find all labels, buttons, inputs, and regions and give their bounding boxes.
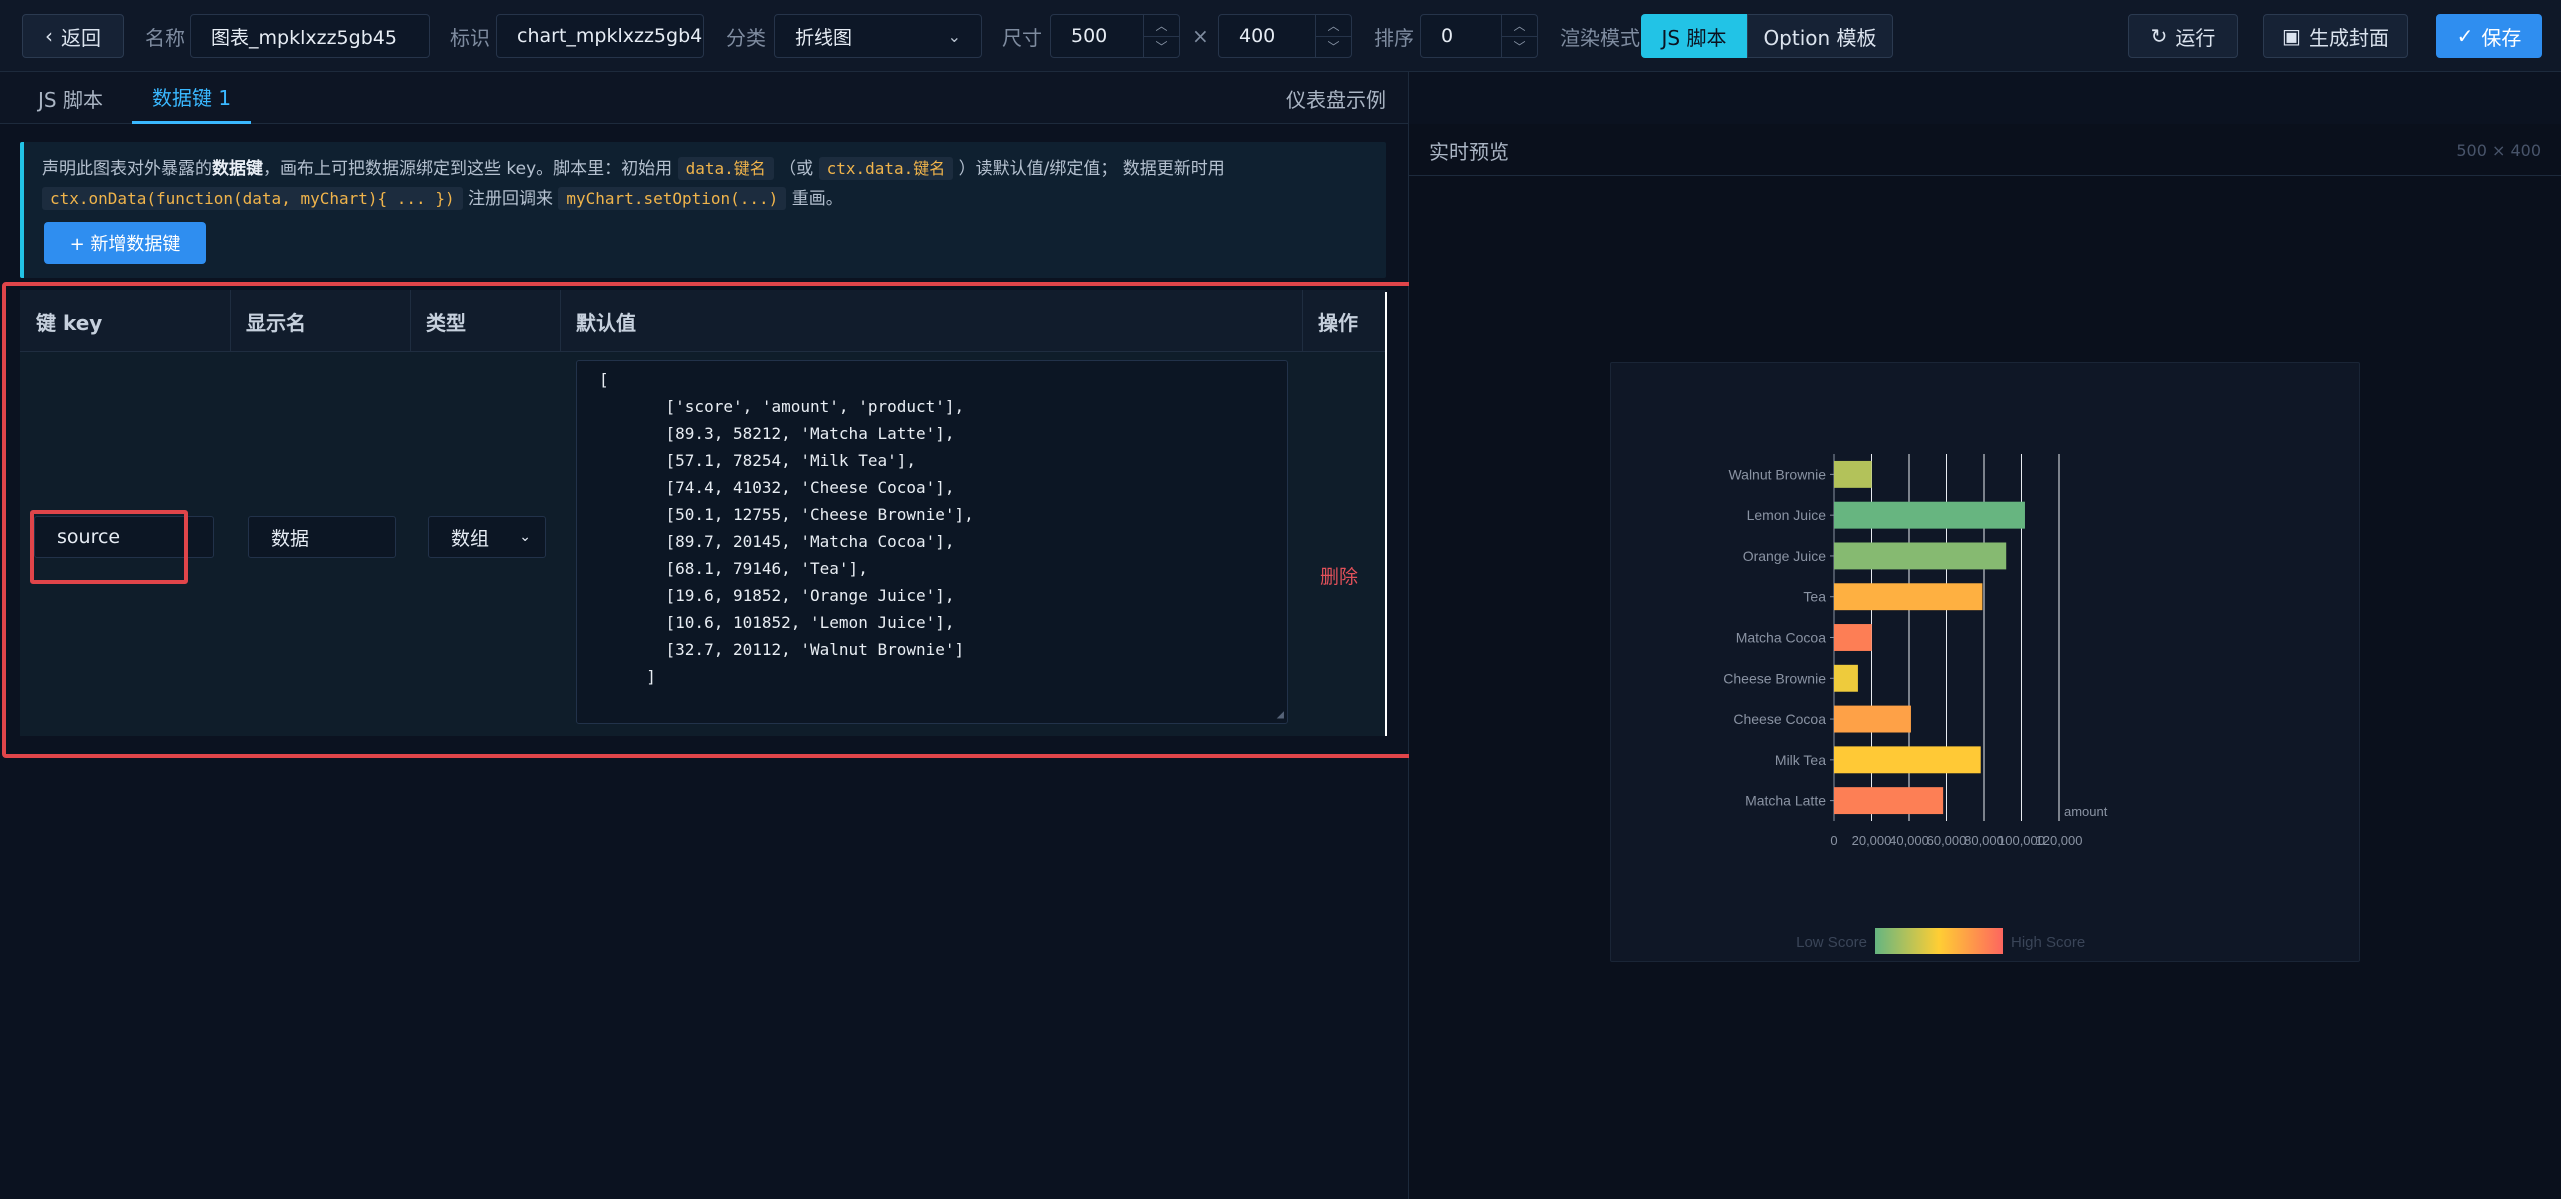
- category-select[interactable]: 折线图 ⌄: [774, 14, 982, 58]
- x-tick-label: 0: [1830, 833, 1837, 848]
- info-box: 声明此图表对外暴露的数据键，画布上可把数据源绑定到这些 key。脚本里：初始用 …: [20, 142, 1386, 278]
- height-stepper[interactable]: ︿ ﹀: [1315, 15, 1351, 57]
- times-sign: ×: [1192, 24, 1209, 48]
- back-button[interactable]: ‹ 返回: [22, 14, 124, 58]
- height-input[interactable]: 400 ︿ ﹀: [1218, 14, 1352, 58]
- bar: [1834, 664, 1858, 692]
- y-tick-label: Milk Tea: [1775, 752, 1826, 768]
- info-text: 声明此图表对外暴露的数据键，画布上可把数据源绑定到这些 key。脚本里：初始用 …: [42, 157, 1225, 210]
- bar: [1834, 501, 2025, 529]
- y-tick-label: Lemon Juice: [1747, 507, 1827, 523]
- category-label: 分类: [726, 25, 766, 50]
- bar: [1834, 542, 2007, 570]
- down-icon[interactable]: ﹀: [1144, 35, 1179, 58]
- refresh-icon: ↻: [2150, 24, 2168, 48]
- up-icon[interactable]: ︿: [1502, 15, 1537, 36]
- bar: [1834, 705, 1911, 733]
- preview-size: 500 × 400: [2456, 140, 2541, 160]
- visual-map-low-label: Low Score: [1796, 934, 1867, 951]
- image-icon: ▣: [2282, 24, 2301, 48]
- chart-card: 0 20,000 40,000 60,000 80,000 100,000 120,000 a…: [1610, 362, 2360, 962]
- y-tick-label: Walnut Brownie: [1728, 466, 1826, 482]
- up-icon[interactable]: ︿: [1316, 15, 1351, 36]
- visual-map-gradient: [1875, 928, 2003, 954]
- y-tick-label: Tea: [1803, 589, 1826, 605]
- x-tick-label: 60,000: [1927, 833, 1967, 848]
- bar: [1834, 460, 1872, 488]
- bar: [1834, 583, 1983, 611]
- preview-header-divider: [1409, 175, 2561, 176]
- width-input[interactable]: 500 ︿ ﹀: [1050, 14, 1180, 58]
- mode-js-button[interactable]: JS 脚本: [1641, 14, 1747, 58]
- tab-js-script[interactable]: JS 脚本: [38, 72, 103, 124]
- y-tick-label: Cheese Cocoa: [1733, 711, 1826, 727]
- chevron-down-icon: ⌄: [947, 26, 961, 46]
- order-stepper[interactable]: ︿ ﹀: [1501, 15, 1537, 57]
- highlight-frame: [2, 282, 1416, 758]
- id-label: 标识: [450, 25, 490, 50]
- top-toolbar: ‹ 返回 名称 图表_mpklxzz5gb45 标识 chart_mpklxzz…: [0, 0, 2561, 72]
- down-icon[interactable]: ﹀: [1502, 35, 1537, 58]
- check-icon: ✓: [2456, 24, 2474, 48]
- tab-data-keys[interactable]: 数据键 1: [132, 72, 252, 124]
- chevron-left-icon: ‹: [45, 24, 53, 48]
- order-input[interactable]: 0 ︿ ﹀: [1420, 14, 1538, 58]
- key-highlight-frame: [30, 510, 188, 584]
- order-label: 排序: [1374, 25, 1414, 50]
- x-tick-label: 120,000: [2036, 833, 2083, 848]
- run-button[interactable]: ↻ 运行: [2128, 14, 2238, 58]
- down-icon[interactable]: ﹀: [1316, 35, 1351, 58]
- y-tick-label: Orange Juice: [1743, 548, 1826, 564]
- id-input[interactable]: chart_mpklxzz5gb45: [496, 14, 704, 58]
- size-label: 尺寸: [1002, 25, 1042, 50]
- save-button[interactable]: ✓ 保存: [2436, 14, 2542, 58]
- bar-chart: 0 20,00040,00060,00080,000100,000120,000a…: [1723, 454, 2108, 954]
- bar: [1834, 787, 1944, 815]
- x-tick-label: 40,000: [1889, 833, 1929, 848]
- generate-cover-button[interactable]: ▣ 生成封面: [2263, 14, 2408, 58]
- bar: [1834, 746, 1981, 774]
- y-tick-label: Matcha Cocoa: [1736, 630, 1826, 646]
- bar: [1834, 624, 1872, 651]
- dashboard-example-link[interactable]: 仪表盘示例: [1286, 72, 1386, 124]
- editor-tabs: JS 脚本 数据键 1 仪表盘示例: [0, 72, 1408, 124]
- add-data-key-button[interactable]: + 新增数据键: [44, 222, 206, 264]
- up-icon[interactable]: ︿: [1144, 15, 1179, 36]
- width-stepper[interactable]: ︿ ﹀: [1143, 15, 1179, 57]
- visual-map-high-label: High Score: [2011, 934, 2085, 951]
- x-tick-label: 20,000: [1852, 833, 1892, 848]
- preview-title: 实时预览: [1429, 139, 1509, 164]
- y-tick-label: Cheese Brownie: [1723, 670, 1826, 686]
- x-axis-label: amount: [2064, 804, 2108, 819]
- mode-option-button[interactable]: Option 模板: [1747, 14, 1893, 58]
- name-input[interactable]: 图表_mpklxzz5gb45: [190, 14, 430, 58]
- name-label: 名称: [145, 25, 185, 50]
- y-tick-label: Matcha Latte: [1745, 793, 1826, 809]
- render-mode-label: 渲染模式: [1560, 25, 1640, 50]
